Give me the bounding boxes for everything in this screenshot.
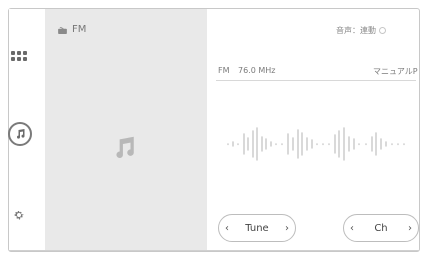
settings-gear-icon[interactable] xyxy=(13,206,25,220)
radio-icon xyxy=(58,27,67,34)
divider xyxy=(216,80,416,81)
tune-label[interactable]: Tune xyxy=(245,223,268,234)
volume-indicator-icon xyxy=(379,27,386,34)
apps-grid-icon[interactable] xyxy=(11,51,27,61)
channel-control: ‹ Ch › xyxy=(343,214,419,242)
media-button[interactable] xyxy=(8,122,32,146)
audio-waveform-icon xyxy=(227,127,405,161)
volume-mode-label: 音声：連動 xyxy=(336,26,376,35)
tuning-mode-label: マニュアルP xyxy=(373,67,418,76)
band-label: FM xyxy=(218,66,230,75)
channel-label[interactable]: Ch xyxy=(374,223,387,234)
frequency-label: 76.0 MHz xyxy=(238,66,276,75)
tune-control: ‹ Tune › xyxy=(218,214,296,242)
music-note-icon xyxy=(17,129,25,139)
tune-next-button[interactable]: › xyxy=(285,223,289,234)
bottom-border xyxy=(9,250,419,251)
channel-prev-button[interactable]: ‹ xyxy=(350,223,354,234)
source-label: FM xyxy=(72,24,87,35)
source-panel xyxy=(45,9,207,251)
tune-prev-button[interactable]: ‹ xyxy=(225,223,229,234)
channel-next-button[interactable]: › xyxy=(408,223,412,234)
music-note-icon xyxy=(116,136,134,159)
